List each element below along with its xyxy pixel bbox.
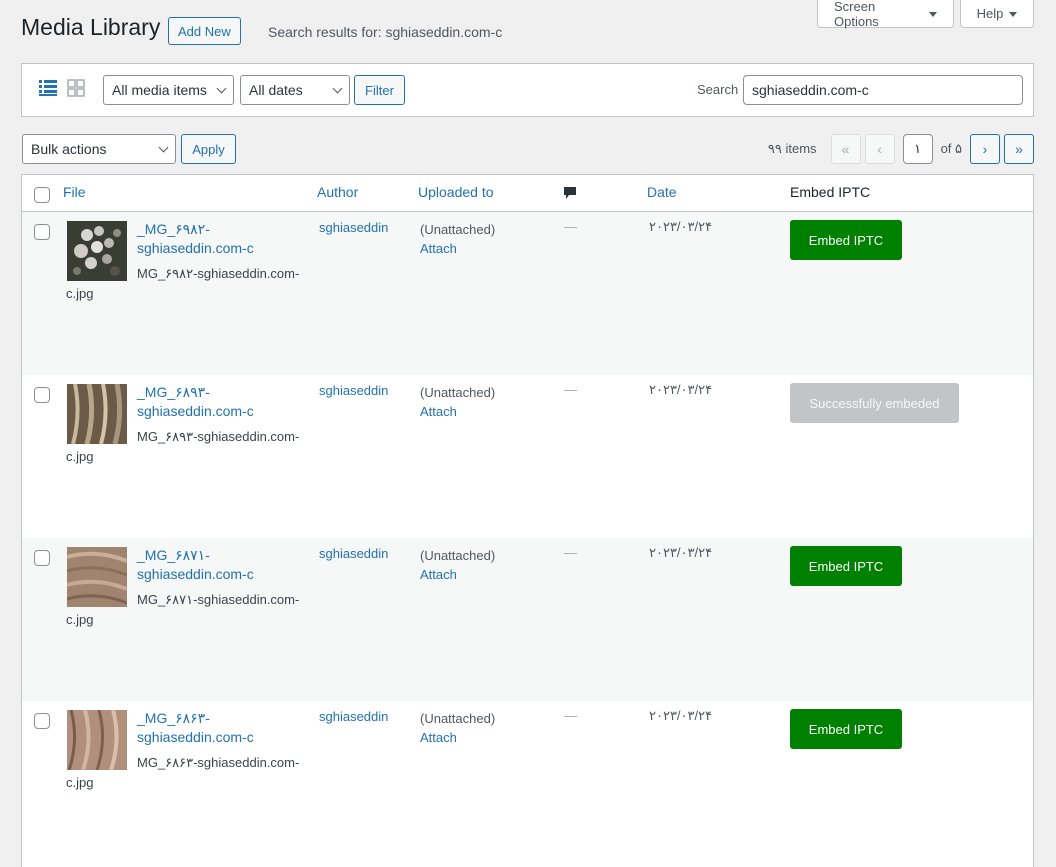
grid-view-icon[interactable] bbox=[67, 79, 85, 97]
chevron-down-icon bbox=[332, 83, 343, 93]
dates-value: All dates bbox=[249, 82, 303, 98]
dates-select[interactable]: All dates bbox=[240, 75, 350, 105]
screen-options-button[interactable]: Screen Options bbox=[817, 0, 954, 29]
comment-count: — bbox=[564, 382, 577, 397]
unattached-label: (Unattached) bbox=[420, 385, 496, 400]
uploaded-to: (Unattached) Attach bbox=[420, 709, 495, 747]
select-all-checkbox[interactable] bbox=[34, 187, 50, 203]
filter-bar: All media items All dates Filter Search bbox=[21, 63, 1034, 117]
unattached-label: (Unattached) bbox=[420, 222, 496, 237]
column-date[interactable]: Date bbox=[647, 184, 677, 200]
search-subtitle: Search results for: sghiaseddin.com-c bbox=[268, 24, 503, 40]
embed-iptc-button[interactable]: Embed IPTC bbox=[790, 546, 902, 586]
help-label: Help bbox=[976, 6, 1004, 21]
unattached-label: (Unattached) bbox=[420, 711, 496, 726]
table-header: File Author Uploaded to Date Embed IPTC bbox=[22, 175, 1033, 212]
embed-iptc-button[interactable]: Embed IPTC bbox=[790, 709, 902, 749]
column-file[interactable]: File bbox=[63, 184, 86, 200]
last-page-button[interactable]: » bbox=[1004, 134, 1034, 164]
table-row: _MG_۶۸۷۱-sghiaseddin.com-c MG_۶۸۷۱-sghia… bbox=[22, 538, 1033, 701]
author-link[interactable]: sghiaseddin bbox=[319, 709, 388, 724]
file-name: MG_۶۹۸۲-sghiaseddin.com-c.jpg bbox=[66, 266, 300, 301]
bulk-actions-value: Bulk actions bbox=[31, 141, 107, 157]
author-link[interactable]: sghiaseddin bbox=[319, 383, 388, 398]
table-row: _MG_۶۸۶۳-sghiaseddin.com-c MG_۶۸۶۳-sghia… bbox=[22, 701, 1033, 864]
uploaded-to: (Unattached) Attach bbox=[420, 220, 495, 258]
pagination: ۹۹ items « ‹ ۱ of ۵ › » bbox=[768, 134, 1034, 164]
media-table: File Author Uploaded to Date Embed IPTC … bbox=[21, 174, 1034, 867]
screen-meta-links: Screen Options Help bbox=[817, 0, 1034, 29]
row-checkbox[interactable] bbox=[34, 387, 50, 403]
file-name: MG_۶۸۹۳-sghiaseddin.com-c.jpg bbox=[66, 429, 300, 464]
file-title-link[interactable]: _MG_۶۸۷۱-sghiaseddin.com-c bbox=[137, 546, 297, 584]
items-count: ۹۹ items bbox=[767, 141, 817, 156]
comment-count: — bbox=[564, 219, 577, 234]
prev-page-button: ‹ bbox=[864, 134, 895, 164]
help-button[interactable]: Help bbox=[960, 0, 1034, 28]
first-page-button: « bbox=[830, 134, 861, 164]
upload-date: ۲۰۲۳/۰۳/۲۴ bbox=[649, 382, 713, 397]
apply-button[interactable]: Apply bbox=[181, 134, 236, 164]
attach-link[interactable]: Attach bbox=[420, 728, 495, 747]
page-title: Media Library bbox=[21, 14, 161, 40]
comment-count: — bbox=[564, 545, 577, 560]
uploaded-to: (Unattached) Attach bbox=[420, 383, 495, 421]
file-title-link[interactable]: _MG_۶۸۶۳-sghiaseddin.com-c bbox=[137, 709, 297, 747]
table-row: _MG_۶۸۹۳-sghiaseddin.com-c MG_۶۸۹۳-sghia… bbox=[22, 375, 1033, 538]
bulk-actions-select[interactable]: Bulk actions bbox=[22, 134, 176, 164]
embed-iptc-button[interactable]: Embed IPTC bbox=[790, 220, 902, 260]
file-name: MG_۶۸۷۱-sghiaseddin.com-c.jpg bbox=[66, 592, 300, 627]
next-page-button[interactable]: › bbox=[970, 134, 1000, 164]
list-view-icon[interactable] bbox=[39, 79, 57, 97]
row-checkbox[interactable] bbox=[34, 224, 50, 240]
upload-date: ۲۰۲۳/۰۳/۲۴ bbox=[649, 219, 713, 234]
filter-button[interactable]: Filter bbox=[354, 75, 405, 105]
table-row: _MG_۶۹۸۲-sghiaseddin.com-c MG_۶۹۸۲-sghia… bbox=[22, 212, 1033, 375]
unattached-label: (Unattached) bbox=[420, 548, 496, 563]
add-new-button[interactable]: Add New bbox=[168, 17, 241, 45]
upload-date: ۲۰۲۳/۰۳/۲۴ bbox=[649, 545, 713, 560]
file-title-link[interactable]: _MG_۶۹۸۲-sghiaseddin.com-c bbox=[137, 220, 297, 258]
media-type-select[interactable]: All media items bbox=[103, 75, 234, 105]
chevron-down-icon bbox=[158, 142, 169, 152]
total-pages: of ۵ bbox=[940, 141, 962, 156]
caret-down-icon bbox=[929, 12, 937, 17]
chevron-down-icon bbox=[216, 83, 227, 93]
search-input[interactable] bbox=[743, 75, 1023, 105]
screen-options-label: Screen Options bbox=[834, 0, 879, 29]
caret-down-icon bbox=[1009, 12, 1018, 17]
comment-count: — bbox=[564, 708, 577, 723]
author-link[interactable]: sghiaseddin bbox=[319, 220, 388, 235]
search-label: Search bbox=[697, 82, 739, 97]
column-uploaded-to[interactable]: Uploaded to bbox=[418, 184, 494, 200]
current-page-input[interactable]: ۱ bbox=[902, 134, 933, 164]
attach-link[interactable]: Attach bbox=[420, 402, 495, 421]
comment-icon[interactable] bbox=[563, 186, 577, 200]
author-link[interactable]: sghiaseddin bbox=[319, 546, 388, 561]
file-title-link[interactable]: _MG_۶۸۹۳-sghiaseddin.com-c bbox=[137, 383, 297, 421]
attach-link[interactable]: Attach bbox=[420, 565, 495, 584]
column-embed-iptc: Embed IPTC bbox=[790, 184, 871, 200]
uploaded-to: (Unattached) Attach bbox=[420, 546, 495, 584]
upload-date: ۲۰۲۳/۰۳/۲۴ bbox=[649, 708, 713, 723]
media-type-value: All media items bbox=[112, 82, 207, 98]
row-checkbox[interactable] bbox=[34, 713, 50, 729]
successfully-embedded-button: Successfully embeded bbox=[790, 383, 959, 423]
row-checkbox[interactable] bbox=[34, 550, 50, 566]
file-name: MG_۶۸۶۳-sghiaseddin.com-c.jpg bbox=[66, 755, 300, 790]
attach-link[interactable]: Attach bbox=[420, 239, 495, 258]
column-author[interactable]: Author bbox=[317, 184, 358, 200]
